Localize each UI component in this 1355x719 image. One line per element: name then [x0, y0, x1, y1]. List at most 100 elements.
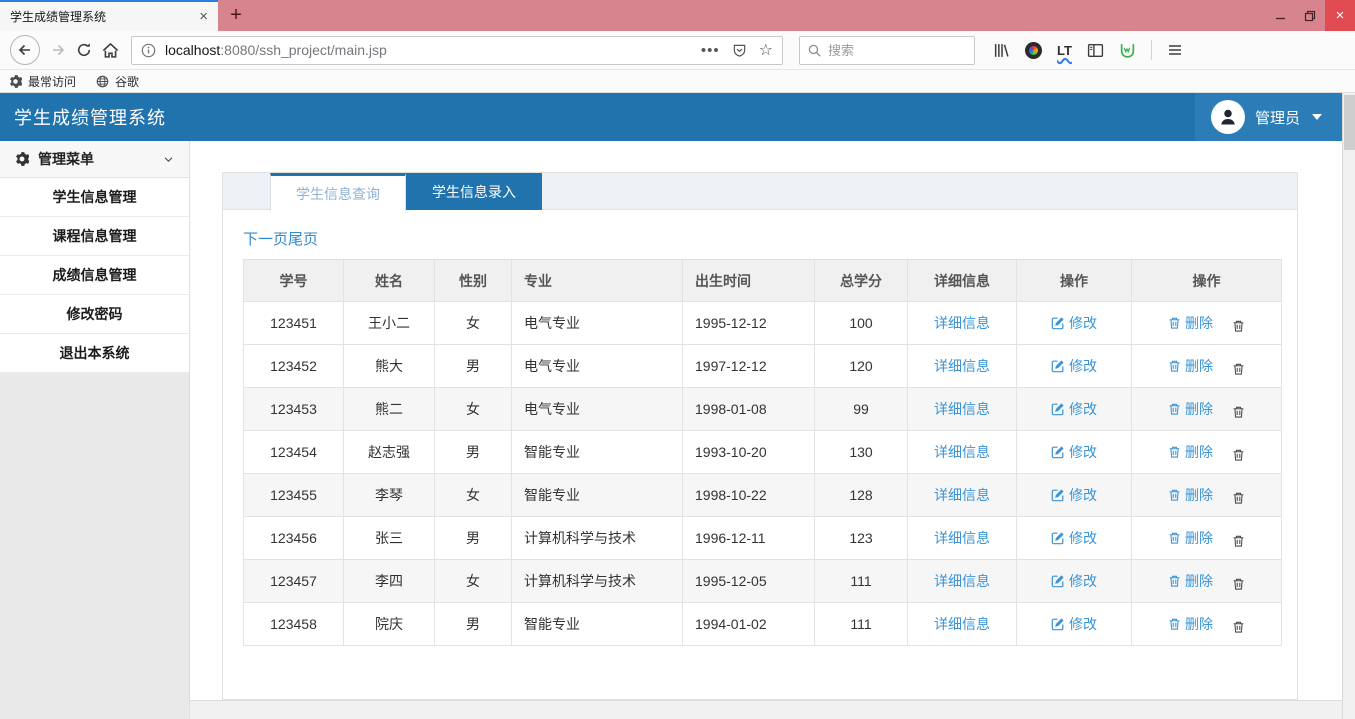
delete-link[interactable]: 删除 [1168, 485, 1213, 505]
pagination: 下一页尾页 [243, 228, 1297, 249]
edit-link[interactable]: 修改 [1051, 485, 1097, 505]
cell-major: 智能专业 [512, 431, 683, 474]
pocket-shield-icon[interactable] [732, 43, 747, 58]
languagetool-extension-icon[interactable]: LT [1057, 43, 1072, 58]
sidebar-item[interactable]: 学生信息管理 [0, 178, 189, 217]
delete-link[interactable]: 删除 [1168, 356, 1213, 376]
delete-link[interactable]: 删除 [1168, 399, 1213, 419]
sidebar-menu-header[interactable]: 管理菜单 [0, 141, 189, 178]
bookmark-most-visited[interactable]: 最常访问 [9, 73, 76, 90]
library-icon[interactable] [993, 42, 1010, 59]
tab-close-icon[interactable]: × [199, 9, 208, 24]
avatar [1211, 100, 1245, 134]
trash-icon [1232, 448, 1245, 462]
sidebar-item[interactable]: 退出本系统 [0, 334, 189, 373]
cell-detail: 详细信息 [908, 474, 1017, 517]
forward-button[interactable] [50, 42, 66, 58]
extension-color-icon[interactable] [1025, 42, 1042, 59]
tab[interactable]: 学生信息查询 [270, 173, 406, 211]
trash-icon [1168, 402, 1181, 416]
trash-icon-button[interactable] [1232, 491, 1245, 505]
back-button[interactable] [10, 35, 40, 65]
edit-link[interactable]: 修改 [1051, 313, 1097, 333]
detail-link[interactable]: 详细信息 [934, 614, 990, 634]
trash-icon-button[interactable] [1232, 620, 1245, 634]
site-info-icon[interactable] [141, 43, 156, 58]
trash-icon-button[interactable] [1232, 319, 1245, 333]
minimize-button[interactable] [1265, 0, 1295, 31]
cell-birthdate: 1998-01-08 [683, 388, 815, 431]
trash-icon-button[interactable] [1232, 362, 1245, 376]
scrollbar-track[interactable] [1342, 93, 1355, 719]
sidebar-item[interactable]: 成绩信息管理 [0, 256, 189, 295]
app-page: 学生成绩管理系统 管理员 管理菜单 学生信息管理课程信息管理成绩信 [0, 93, 1342, 719]
url-bar[interactable]: localhost:8080/ssh_project/main.jsp ••• … [131, 36, 783, 65]
sidebar-toggle-icon[interactable] [1087, 42, 1104, 59]
sidebar-item[interactable]: 修改密码 [0, 295, 189, 334]
cell-student-id: 123454 [244, 431, 344, 474]
edit-link[interactable]: 修改 [1051, 571, 1097, 591]
detail-link[interactable]: 详细信息 [934, 313, 990, 333]
scrollbar-thumb[interactable] [1344, 95, 1355, 150]
trash-icon [1168, 445, 1181, 459]
trash-icon [1232, 405, 1245, 419]
page-actions-icon[interactable]: ••• [701, 42, 720, 59]
bookmark-star-icon[interactable]: ☆ [759, 40, 773, 60]
cell-major: 电气专业 [512, 388, 683, 431]
edit-link[interactable]: 修改 [1051, 528, 1097, 548]
edit-link[interactable]: 修改 [1051, 442, 1097, 462]
trash-icon-button[interactable] [1232, 577, 1245, 591]
trash-icon-button[interactable] [1232, 405, 1245, 419]
next-page-link[interactable]: 下一页 [243, 231, 288, 248]
detail-link[interactable]: 详细信息 [934, 485, 990, 505]
trash-icon [1168, 574, 1181, 588]
detail-link[interactable]: 详细信息 [934, 442, 990, 462]
reload-icon [76, 42, 92, 58]
edit-link[interactable]: 修改 [1051, 356, 1097, 376]
new-tab-button[interactable]: + [218, 0, 254, 31]
browser-tab[interactable]: 学生成绩管理系统 × [0, 0, 218, 31]
cell-major: 智能专业 [512, 603, 683, 646]
restore-button[interactable] [1295, 0, 1325, 31]
tab[interactable]: 学生信息录入 [406, 173, 542, 210]
edit-link[interactable]: 修改 [1051, 399, 1097, 419]
edit-icon [1051, 531, 1065, 545]
table-body: 123451 王小二 女 电气专业 1995-12-12 100 详细信息 修改… [244, 302, 1282, 646]
sidebar-item[interactable]: 课程信息管理 [0, 217, 189, 256]
cell-gender: 男 [435, 431, 512, 474]
trash-icon-button[interactable] [1232, 534, 1245, 548]
cell-credits: 99 [815, 388, 908, 431]
delete-link[interactable]: 删除 [1168, 313, 1213, 333]
search-input[interactable] [828, 43, 948, 58]
cell-birthdate: 1995-12-05 [683, 560, 815, 603]
detail-link[interactable]: 详细信息 [934, 571, 990, 591]
detail-link[interactable]: 详细信息 [934, 356, 990, 376]
detail-link[interactable]: 详细信息 [934, 399, 990, 419]
cell-detail: 详细信息 [908, 431, 1017, 474]
delete-link[interactable]: 删除 [1168, 442, 1213, 462]
tab-bar: 学生信息查询学生信息录入 [223, 173, 1297, 210]
delete-link[interactable]: 删除 [1168, 571, 1213, 591]
table-header-row: 学号姓名性别专业出生时间总学分详细信息操作操作 [244, 260, 1282, 302]
search-box[interactable] [799, 36, 975, 65]
delete-link[interactable]: 删除 [1168, 614, 1213, 634]
cell-gender: 男 [435, 517, 512, 560]
cell-gender: 女 [435, 302, 512, 345]
close-window-button[interactable]: × [1325, 0, 1355, 31]
detail-link[interactable]: 详细信息 [934, 528, 990, 548]
table-row: 123452 熊大 男 电气专业 1997-12-12 120 详细信息 修改 … [244, 345, 1282, 388]
trash-icon-button[interactable] [1232, 448, 1245, 462]
window-titlebar: 学生成绩管理系统 × + × [0, 0, 1355, 31]
edit-link[interactable]: 修改 [1051, 614, 1097, 634]
column-header: 操作 [1017, 260, 1132, 302]
wappalyzer-extension-icon[interactable] [1119, 42, 1136, 59]
bookmark-google[interactable]: 谷歌 [96, 73, 139, 90]
cell-detail: 详细信息 [908, 302, 1017, 345]
last-page-link[interactable]: 尾页 [288, 231, 318, 248]
admin-dropdown[interactable]: 管理员 [1195, 93, 1342, 141]
main-content: 学生信息查询学生信息录入 下一页尾页 学号姓名性别专业出生时间总学分详细信息操作… [190, 141, 1342, 719]
delete-link[interactable]: 删除 [1168, 528, 1213, 548]
menu-hamburger-icon[interactable] [1167, 42, 1183, 58]
home-button[interactable] [102, 42, 119, 59]
reload-button[interactable] [76, 42, 92, 58]
